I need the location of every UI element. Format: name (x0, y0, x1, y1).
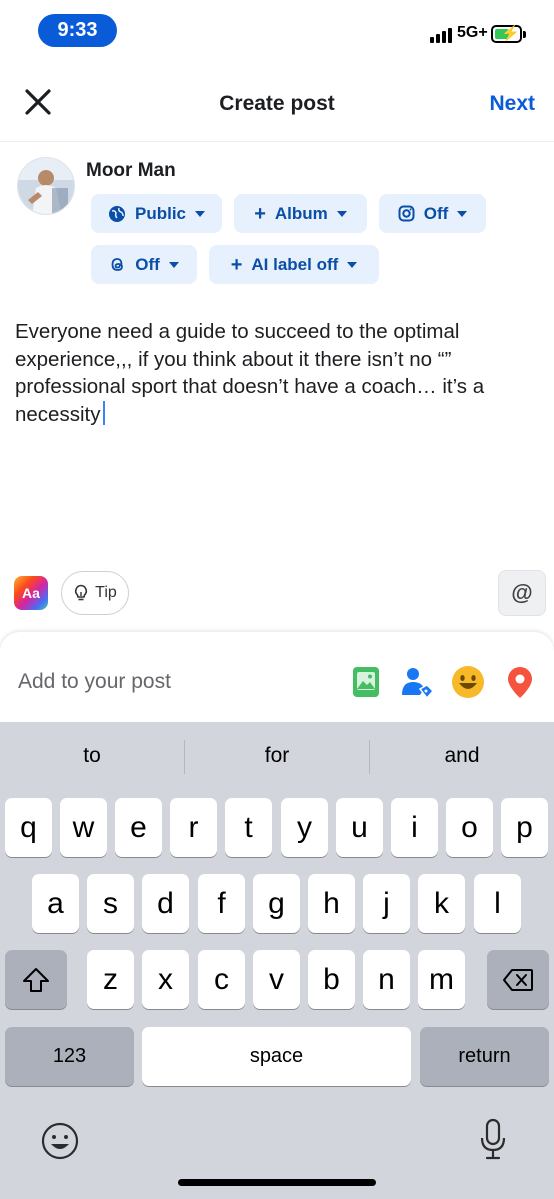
ai-label-selector[interactable]: + AI label off (209, 245, 379, 284)
key-y[interactable]: y (281, 798, 328, 857)
add-to-post-panel[interactable]: Add to your post (0, 632, 554, 724)
key-d[interactable]: d (142, 874, 189, 933)
globe-icon (108, 205, 125, 222)
user-name: Moor Man (86, 160, 176, 181)
chevron-down-icon (195, 210, 205, 217)
suggestion-to[interactable]: to (0, 744, 184, 768)
return-key[interactable]: return (420, 1027, 549, 1086)
key-e[interactable]: e (115, 798, 162, 857)
threads-label: Off (135, 254, 160, 274)
lightbulb-icon (75, 584, 88, 601)
key-g[interactable]: g (253, 874, 300, 933)
home-indicator (178, 1179, 376, 1186)
threads-share-selector[interactable]: Off (91, 245, 197, 284)
plus-icon: + (230, 253, 243, 276)
location-icon[interactable] (503, 665, 537, 699)
key-v[interactable]: v (253, 950, 300, 1009)
key-l[interactable]: l (474, 874, 521, 933)
threads-icon (111, 258, 124, 271)
text-style-button[interactable]: Aa (14, 576, 48, 610)
backspace-icon (503, 968, 533, 991)
mention-button[interactable]: @ (498, 570, 546, 616)
backspace-key[interactable] (487, 950, 549, 1009)
space-key[interactable]: space (142, 1027, 411, 1086)
key-a[interactable]: a (32, 874, 79, 933)
next-button[interactable]: Next (489, 92, 535, 116)
instagram-share-selector[interactable]: Off (379, 194, 486, 233)
suggestion-for[interactable]: for (185, 744, 369, 768)
shift-key[interactable] (5, 950, 67, 1009)
tip-button[interactable]: Tip (61, 571, 129, 615)
header: Create post Next (0, 62, 554, 142)
key-i[interactable]: i (391, 798, 438, 857)
signal-icon (430, 28, 452, 43)
keyboard: to for and q w e r t y u i o p a s d f g… (0, 722, 554, 1199)
post-text: Everyone need a guide to succeed to the … (15, 320, 485, 426)
key-f[interactable]: f (198, 874, 245, 933)
feeling-icon[interactable] (451, 665, 485, 699)
album-label: Album (274, 203, 328, 223)
status-time: 9:33 (38, 14, 117, 47)
emoji-icon[interactable] (40, 1121, 80, 1166)
network-type: 5G+ (457, 24, 488, 41)
audience-selector[interactable]: Public (91, 194, 222, 233)
page-title: Create post (219, 92, 335, 115)
chevron-down-icon (168, 261, 179, 268)
key-n[interactable]: n (363, 950, 410, 1009)
ai-label-text: AI label off (251, 254, 339, 274)
key-p[interactable]: p (501, 798, 548, 857)
suggestion-and[interactable]: and (370, 744, 554, 768)
chevron-down-icon (347, 261, 358, 268)
album-selector[interactable]: + Album (234, 194, 367, 233)
status-bar: 9:33 5G+ ⚡ (0, 0, 554, 62)
chevron-down-icon (336, 210, 347, 217)
key-s[interactable]: s (87, 874, 134, 933)
text-cursor (103, 400, 106, 425)
microphone-icon[interactable] (478, 1118, 508, 1167)
plus-icon: + (254, 202, 266, 225)
key-z[interactable]: z (87, 950, 134, 1009)
photo-icon[interactable] (350, 665, 384, 699)
key-t[interactable]: t (225, 798, 272, 857)
key-q[interactable]: q (5, 798, 52, 857)
audience-label: Public (134, 203, 186, 223)
avatar[interactable] (17, 157, 75, 215)
tip-label: Tip (95, 584, 117, 601)
key-u[interactable]: u (336, 798, 383, 857)
numbers-key[interactable]: 123 (5, 1027, 134, 1086)
key-k[interactable]: k (418, 874, 465, 933)
battery-icon: ⚡ (491, 25, 522, 43)
key-m[interactable]: m (418, 950, 465, 1009)
key-h[interactable]: h (308, 874, 355, 933)
instagram-label: Off (423, 203, 449, 223)
key-j[interactable]: j (363, 874, 410, 933)
chevron-down-icon (457, 210, 468, 217)
tag-people-icon[interactable] (400, 665, 435, 700)
post-text-input[interactable]: Everyone need a guide to succeed to the … (15, 318, 540, 428)
text-style-label: Aa (22, 585, 40, 601)
key-w[interactable]: w (60, 798, 107, 857)
at-icon: @ (511, 580, 533, 605)
key-r[interactable]: r (170, 798, 217, 857)
key-o[interactable]: o (446, 798, 493, 857)
instagram-icon (398, 205, 415, 222)
key-b[interactable]: b (308, 950, 355, 1009)
battery-cap (523, 31, 526, 38)
shift-icon (23, 967, 49, 992)
add-to-post-label: Add to your post (18, 670, 171, 693)
key-x[interactable]: x (142, 950, 189, 1009)
key-c[interactable]: c (198, 950, 245, 1009)
